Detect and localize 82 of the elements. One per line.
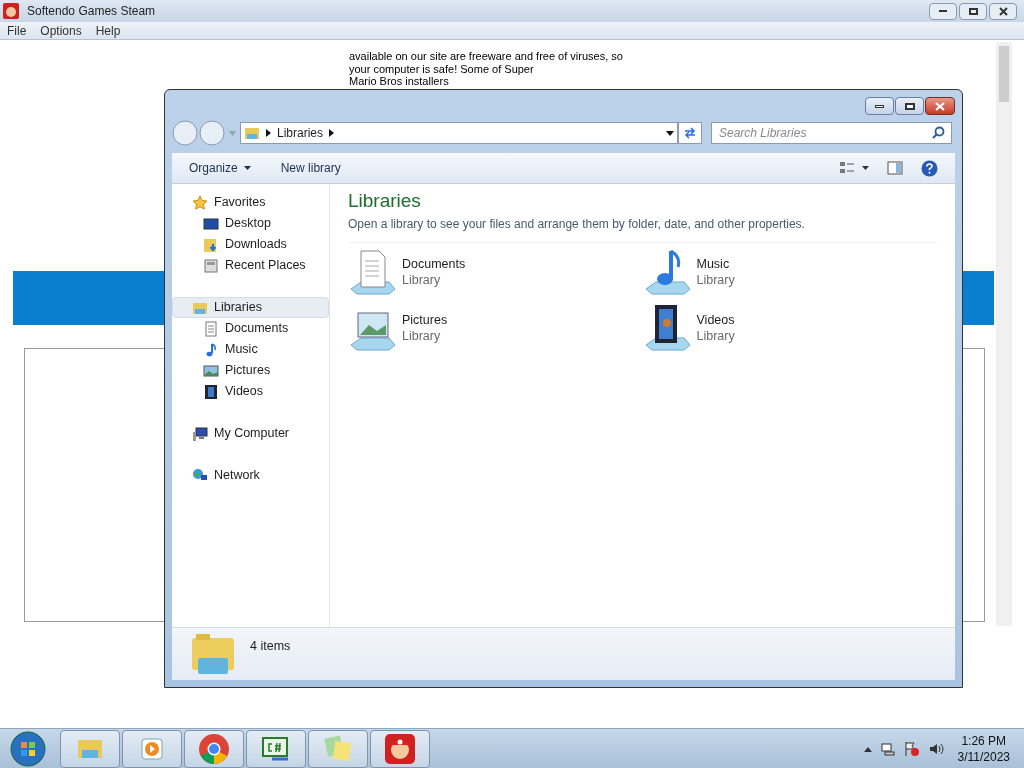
item-count: 4 items	[250, 638, 291, 655]
nav-item[interactable]: Pictures	[172, 360, 329, 381]
preview-pane-icon[interactable]	[887, 161, 903, 175]
caret-down-icon	[243, 166, 251, 170]
menu-item[interactable]: File	[7, 21, 27, 40]
library-item[interactable]: Videos Library	[642, 303, 937, 353]
search-icon[interactable]	[932, 126, 945, 139]
nav-item[interactable]: My Computer	[172, 423, 329, 444]
text-line: available on our site are freeware and free of viruses, so	[349, 50, 623, 63]
nav-item[interactable]: Desktop	[172, 213, 329, 234]
nav-item[interactable]: Music	[172, 339, 329, 360]
view-options-icon[interactable]	[839, 161, 869, 175]
menu-item[interactable]: Options	[40, 21, 82, 40]
close-icon	[935, 101, 945, 111]
maximize-button[interactable]	[895, 97, 924, 115]
app-icon	[3, 3, 19, 19]
nav-item[interactable]: Recent Places	[172, 255, 329, 276]
restore-button[interactable]	[959, 2, 987, 20]
folder-icon	[203, 236, 219, 253]
library-name: Videos	[696, 312, 735, 328]
browser-icon	[198, 732, 230, 765]
library-icon	[244, 125, 260, 141]
nav-item[interactable]: Favorites	[172, 192, 329, 213]
library-item[interactable]: Music Library	[642, 247, 937, 297]
page-subtitle: Open a library to see your files and arrange them by folder, date, and other properties.	[348, 215, 937, 243]
monitor-icon	[203, 215, 219, 232]
close-button[interactable]	[925, 97, 955, 115]
nav-item[interactable]: Videos	[172, 381, 329, 402]
breadcrumb[interactable]: Libraries	[277, 124, 324, 142]
network-icon[interactable]	[879, 740, 896, 757]
nav-item[interactable]: Libraries	[172, 297, 329, 318]
chevron-right-icon[interactable]	[329, 129, 335, 137]
library-type: Library	[696, 328, 735, 344]
library-icon	[190, 632, 236, 676]
star-icon	[192, 194, 208, 211]
game-icon	[384, 732, 416, 765]
scroll-bar[interactable]	[996, 42, 1012, 626]
library-name: Pictures	[402, 312, 448, 328]
arrows-icon	[683, 127, 697, 139]
window-title: Softendo Games Steam	[27, 3, 156, 20]
page-heading: Libraries	[348, 189, 422, 213]
chevron-right-icon[interactable]	[266, 129, 271, 137]
recent-icon	[203, 257, 219, 274]
toolbar-button[interactable]: Organize	[189, 159, 251, 177]
picture-icon	[203, 362, 219, 379]
nav-item[interactable]: Network	[172, 465, 329, 486]
toolbar-button[interactable]: New library	[280, 159, 341, 177]
help-icon[interactable]	[921, 159, 938, 177]
minimize-button[interactable]	[865, 97, 894, 115]
caret-down-icon[interactable]	[666, 130, 674, 136]
taskbar-button[interactable]	[370, 729, 430, 768]
address-bar[interactable]: Libraries	[240, 122, 678, 144]
library-type: Library	[696, 272, 735, 288]
taskbar-button[interactable]	[60, 729, 120, 768]
library-item[interactable]: Pictures Library	[348, 303, 643, 353]
close-icon	[998, 6, 1008, 16]
minimize-button[interactable]	[929, 2, 957, 20]
document-library-icon	[348, 247, 398, 297]
menu-item[interactable]: Help	[95, 21, 121, 40]
flag-icon[interactable]	[903, 740, 920, 757]
film-icon	[203, 383, 219, 400]
library-type: Library	[402, 328, 442, 344]
refresh-button[interactable]	[678, 122, 702, 144]
taskbar-button[interactable]	[122, 729, 182, 768]
library-type: Library	[402, 272, 442, 288]
computer-icon	[192, 425, 208, 442]
taskbar-button[interactable]	[184, 729, 244, 768]
document-icon	[203, 320, 219, 337]
taskbar-button[interactable]	[308, 729, 368, 768]
library-item[interactable]: Documents Library	[348, 247, 643, 297]
text-line: your computer is safe! Some of Super	[349, 62, 535, 75]
caret-up-icon[interactable]	[863, 745, 872, 752]
nav-item[interactable]: Downloads	[172, 234, 329, 255]
close-button[interactable]	[989, 2, 1017, 20]
search-field[interactable]: Search Libraries	[711, 122, 952, 144]
clock-date[interactable]: 3/11/2023	[957, 748, 1010, 765]
library-name: Music	[696, 256, 731, 272]
nav-item[interactable]: Documents	[172, 318, 329, 339]
library-name: Documents	[402, 256, 466, 272]
clock-time[interactable]: 1:26 PM	[961, 732, 1007, 749]
text-line: Mario Bros installers	[349, 75, 450, 88]
taskbar-button[interactable]	[246, 729, 306, 768]
